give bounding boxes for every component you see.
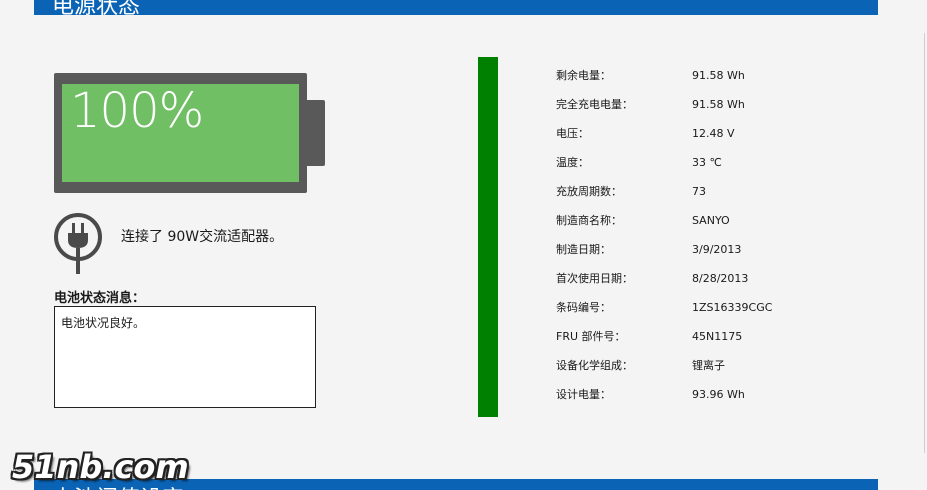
detail-value: 12.48 V bbox=[692, 127, 735, 140]
charge-level-bar bbox=[478, 57, 498, 417]
battery-message-text: 电池状况良好。 bbox=[61, 316, 146, 330]
charge-level-fill bbox=[478, 57, 498, 417]
battery-gauge: 100% bbox=[54, 73, 307, 193]
detail-value: 8/28/2013 bbox=[692, 272, 749, 285]
detail-label: 充放周期数： bbox=[556, 185, 622, 198]
detail-label: 制造日期： bbox=[556, 243, 611, 256]
detail-value: 1ZS16339CGC bbox=[692, 301, 773, 314]
detail-value: 33 ℃ bbox=[692, 156, 722, 169]
detail-label: 制造商名称： bbox=[556, 214, 622, 227]
detail-label: 设计电量： bbox=[556, 388, 611, 401]
detail-value: 锂离子 bbox=[692, 359, 725, 372]
detail-label: 剩余电量： bbox=[556, 69, 611, 82]
section-header-power-status: 电源状态 bbox=[34, 0, 878, 15]
section-title: 电源状态 bbox=[52, 0, 141, 15]
adapter-status-text: 连接了 90W交流适配器。 bbox=[121, 229, 284, 245]
detail-label: 设备化学组成： bbox=[556, 359, 633, 372]
detail-label: 电压： bbox=[556, 127, 589, 140]
detail-value: 91.58 Wh bbox=[692, 98, 745, 111]
detail-label: 首次使用日期： bbox=[556, 272, 633, 285]
detail-label: 条码编号： bbox=[556, 301, 611, 314]
detail-value: 73 bbox=[692, 185, 706, 198]
plug-icon bbox=[54, 213, 102, 274]
detail-label: FRU 部件号： bbox=[556, 330, 626, 343]
detail-value: 45N1175 bbox=[692, 330, 743, 343]
detail-value: 91.58 Wh bbox=[692, 69, 745, 82]
watermark-logo: 51nb.com bbox=[12, 448, 189, 486]
battery-terminal bbox=[307, 100, 325, 166]
battery-percent: 100% bbox=[70, 83, 204, 139]
detail-value: 3/9/2013 bbox=[692, 243, 742, 256]
detail-label: 温度： bbox=[556, 156, 589, 169]
battery-message-heading: 电池状态消息： bbox=[54, 291, 146, 306]
scroll-edge-divider bbox=[924, 33, 925, 453]
detail-value: 93.96 Wh bbox=[692, 388, 745, 401]
battery-message-box: 电池状况良好。 bbox=[54, 306, 316, 408]
detail-value: SANYO bbox=[692, 214, 730, 227]
detail-label: 完全充电电量： bbox=[556, 98, 633, 111]
